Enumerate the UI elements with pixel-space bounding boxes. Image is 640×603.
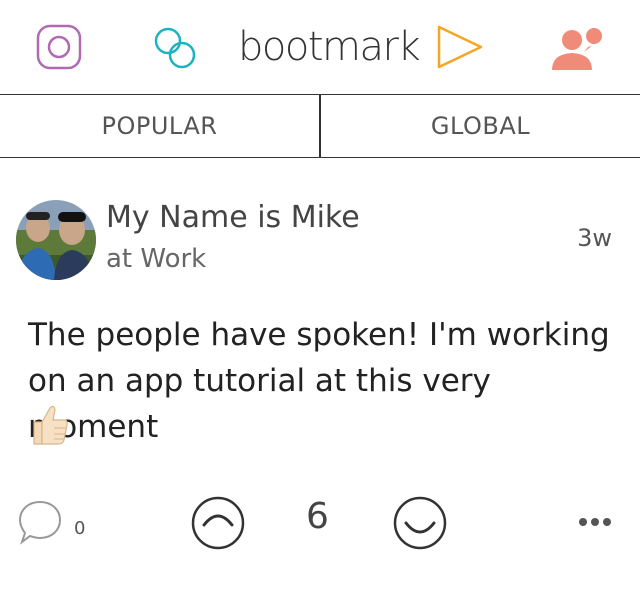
- play-icon[interactable]: [436, 24, 484, 70]
- instagram-icon[interactable]: [36, 24, 82, 70]
- more-options-icon[interactable]: [578, 512, 612, 526]
- comment-count: 0: [74, 518, 86, 539]
- brand-logo: bootmark: [238, 24, 421, 70]
- tab-popular[interactable]: POPULAR: [0, 95, 321, 157]
- vote-score: 6: [306, 496, 329, 537]
- tab-bar: POPULAR GLOBAL: [0, 94, 640, 158]
- avatar[interactable]: [16, 200, 96, 280]
- top-bar: bootmark: [0, 0, 640, 94]
- post-actions: 0 6: [0, 490, 640, 560]
- downvote-button[interactable]: [190, 495, 246, 551]
- people-icon[interactable]: [550, 24, 610, 72]
- post-timestamp: 3w: [577, 224, 612, 252]
- post-subtitle: at Work: [106, 244, 207, 274]
- thumbs-up-icon: [30, 404, 70, 446]
- upvote-button[interactable]: [392, 495, 448, 551]
- post-text: The people have spoken! I'm working on a…: [28, 317, 610, 445]
- links-icon[interactable]: [151, 24, 201, 74]
- comment-icon[interactable]: [18, 498, 78, 546]
- post-author[interactable]: My Name is Mike: [106, 200, 360, 235]
- tab-global[interactable]: GLOBAL: [321, 95, 640, 157]
